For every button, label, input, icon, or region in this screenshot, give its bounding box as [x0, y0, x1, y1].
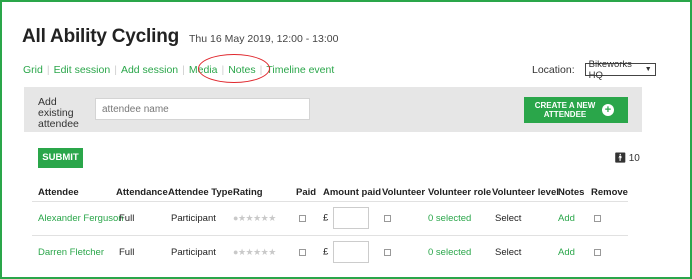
page-title: All Ability Cycling	[22, 26, 180, 47]
location-label: Location:	[532, 63, 575, 76]
attendee-name-input[interactable]: attendee name	[95, 98, 310, 120]
col-attendee-type: Attendee Type	[168, 187, 233, 198]
attendance-value[interactable]: Full	[119, 247, 134, 258]
attendee-type-value[interactable]: Participant	[171, 247, 216, 258]
paid-checkbox[interactable]	[299, 214, 306, 225]
star-icon[interactable]: ★	[238, 247, 246, 257]
rating-stars[interactable]: ●★★★★★	[233, 247, 276, 258]
col-remove: Remove	[591, 187, 628, 198]
attendee-name-link[interactable]: Alexander Ferguson	[38, 213, 124, 224]
volunteer-checkbox[interactable]	[384, 214, 391, 225]
col-notes: Notes	[558, 187, 585, 198]
remove-checkbox[interactable]	[594, 248, 601, 259]
create-new-attendee-button[interactable]: CREATE A NEW ATTENDEE +	[524, 97, 628, 123]
nav-separator: |	[46, 64, 50, 76]
amount-paid-field: £	[323, 207, 370, 229]
plus-circle-icon: +	[602, 104, 614, 116]
nav-separator: |	[182, 64, 185, 76]
attendee-type-value[interactable]: Participant	[171, 213, 216, 224]
row-divider	[32, 235, 628, 236]
amount-paid-input[interactable]	[333, 207, 370, 229]
volunteer-level-select[interactable]: Select	[495, 247, 521, 258]
session-nav: Grid | Edit session | Add session | Medi…	[23, 64, 334, 76]
location-select[interactable]: Bikeworks HQ ▼	[584, 59, 656, 81]
add-attendee-bar: Add existing attendee attendee name CREA…	[24, 87, 642, 132]
dropdown-arrow-icon: ▼	[644, 66, 652, 73]
star-icon[interactable]: ★	[268, 213, 276, 223]
star-icon[interactable]: ★	[253, 247, 261, 257]
amount-paid-input[interactable]	[333, 241, 370, 263]
nav-grid-link[interactable]: Grid	[23, 64, 43, 76]
paid-checkbox[interactable]	[299, 248, 306, 259]
table-row: Alexander Ferguson Full Participant ●★★★…	[2, 203, 692, 233]
star-icon[interactable]: ★	[246, 213, 254, 223]
row-divider	[32, 201, 628, 202]
table-row: Darren Fletcher Full Participant ●★★★★★ …	[2, 237, 692, 267]
col-volunteer: Volunteer	[382, 187, 426, 198]
col-attendee: Attendee	[38, 187, 79, 198]
currency-symbol: £	[323, 212, 329, 224]
star-icon[interactable]: ★	[268, 247, 276, 257]
location-value: Bikeworks HQ	[588, 58, 632, 81]
col-volunteer-role: Volunteer role	[428, 187, 492, 198]
create-new-attendee-label: CREATE A NEW ATTENDEE	[534, 101, 596, 119]
table-header: Attendee Attendance Attendee Type Rating…	[2, 187, 692, 199]
page-header: All Ability Cycling Thu 16 May 2019, 12:…	[22, 26, 338, 48]
col-amount-paid: Amount paid	[323, 187, 382, 198]
add-note-link[interactable]: Add	[558, 213, 575, 224]
nav-separator: |	[114, 64, 117, 76]
rating-stars[interactable]: ●★★★★★	[233, 213, 276, 224]
star-icon[interactable]: ★	[246, 247, 254, 257]
remove-checkbox[interactable]	[594, 214, 601, 225]
nav-edit-session-link[interactable]: Edit session	[54, 64, 111, 76]
attendance-value[interactable]: Full	[119, 213, 134, 224]
location-picker: Location: Bikeworks HQ ▼	[532, 59, 656, 81]
volunteer-role-select[interactable]: 0 selected	[428, 213, 471, 224]
nav-add-session-link[interactable]: Add session	[121, 64, 178, 76]
attendee-name-link[interactable]: Darren Fletcher	[38, 247, 104, 258]
col-attendance: Attendance	[116, 187, 168, 198]
attendee-count: 🚹︎ 10	[614, 153, 640, 164]
col-volunteer-level: Volunteer level	[492, 187, 559, 198]
session-datetime: Thu 16 May 2019, 12:00 - 13:00	[189, 33, 339, 45]
volunteer-checkbox[interactable]	[384, 248, 391, 259]
amount-paid-field: £	[323, 241, 370, 263]
app-frame: All Ability Cycling Thu 16 May 2019, 12:…	[0, 0, 692, 279]
add-note-link[interactable]: Add	[558, 247, 575, 258]
annotation-highlight-ring	[198, 54, 270, 83]
add-existing-attendee-label: Add existing attendee	[38, 96, 79, 130]
nav-timeline-event-link[interactable]: Timeline event	[266, 64, 334, 76]
star-icon[interactable]: ★	[238, 213, 246, 223]
volunteer-level-select[interactable]: Select	[495, 213, 521, 224]
submit-button[interactable]: SUBMIT	[38, 148, 83, 168]
star-icon[interactable]: ★	[253, 213, 261, 223]
col-paid: Paid	[296, 187, 317, 198]
attendee-count-value: 10	[628, 153, 640, 164]
currency-symbol: £	[323, 246, 329, 258]
person-icon: 🚹︎	[614, 153, 627, 164]
volunteer-role-select[interactable]: 0 selected	[428, 247, 471, 258]
col-rating: Rating	[233, 187, 263, 198]
